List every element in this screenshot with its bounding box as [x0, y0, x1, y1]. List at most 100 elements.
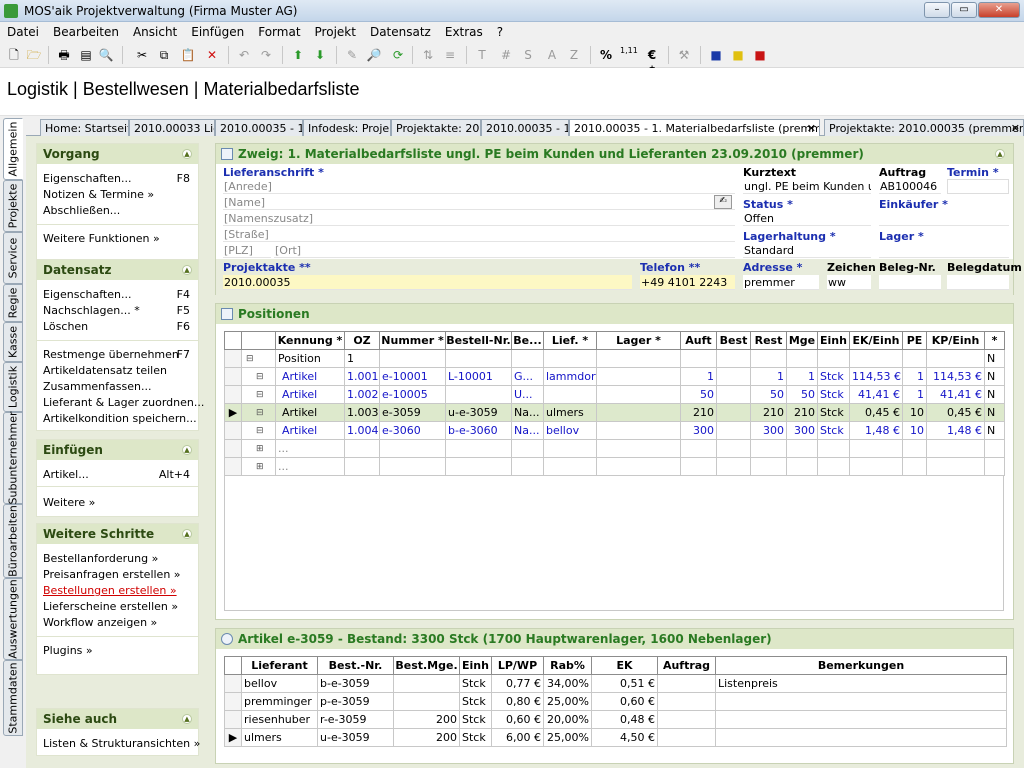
- tab-projektakte-2[interactable]: Projektakte: 2010.00035 (premmer) ✕: [824, 119, 1024, 136]
- table-row[interactable]: ⊟ Artikel 1.002 e-10005 U... 50 50 50 Stck 41,41 …: [224, 385, 1005, 404]
- anrede-field[interactable]: [Anrede]: [223, 179, 735, 194]
- cell-auft[interactable]: 1: [680, 367, 717, 386]
- cell-bestell[interactable]: L-10001: [445, 367, 512, 386]
- action-lieferant-zuordnen[interactable]: Lieferant & Lager zuordnen...: [43, 396, 204, 409]
- cell-bestell[interactable]: u-e-3059: [445, 403, 512, 422]
- empty-cell[interactable]: [817, 439, 850, 458]
- empty-cell[interactable]: [511, 457, 544, 476]
- menu-datensatz[interactable]: Datensatz: [363, 22, 438, 39]
- cell-oz[interactable]: 1.004: [344, 421, 380, 440]
- cell-einh[interactable]: Stck: [817, 367, 850, 386]
- column-header[interactable]: Lieferant: [241, 656, 318, 675]
- empty-cell[interactable]: [716, 439, 751, 458]
- hash-icon[interactable]: #: [498, 47, 514, 63]
- table-row[interactable]: ▶ ⊟ Artikel 1.003 e-3059 u-e-3059 Na... ulmers 2…: [224, 403, 1005, 422]
- cell-bemerkungen[interactable]: [715, 710, 1007, 729]
- belegdatum-field[interactable]: [947, 275, 1009, 290]
- action-weitere[interactable]: Weitere »: [43, 496, 95, 509]
- maximize-button[interactable]: ▭: [951, 2, 977, 18]
- cell-nummer[interactable]: e-10001: [379, 367, 446, 386]
- row-indicator[interactable]: [224, 692, 242, 711]
- cell-bemerkungen[interactable]: [715, 692, 1007, 711]
- tree-node-icon[interactable]: ⊟: [241, 385, 276, 404]
- cell-kp[interactable]: 114,53 €: [926, 367, 985, 386]
- cell-einh[interactable]: Stck: [459, 728, 492, 747]
- table-row[interactable]: premminger p-e-3059 Stck 0,80 €25,00% 0,60 €: [224, 692, 1007, 711]
- empty-cell[interactable]: [596, 457, 681, 476]
- cell-nummer[interactable]: e-3059: [379, 403, 446, 422]
- menu-bearbeiten[interactable]: Bearbeiten: [46, 22, 126, 39]
- collapse-icon[interactable]: ▲: [182, 714, 192, 724]
- empty-cell[interactable]: [786, 439, 818, 458]
- a-icon[interactable]: A: [544, 47, 560, 63]
- cell-lager[interactable]: [596, 421, 681, 440]
- action-teilen[interactable]: Artikeldatensatz teilen: [43, 364, 167, 377]
- cell-pe[interactable]: [902, 349, 927, 368]
- column-header[interactable]: Lager *: [596, 331, 681, 350]
- menu-ansicht[interactable]: Ansicht: [126, 22, 184, 39]
- column-header[interactable]: EK/Einh: [849, 331, 903, 350]
- edit-icon[interactable]: ✎: [344, 47, 360, 63]
- cell-auftrag[interactable]: [657, 728, 716, 747]
- cell-pe[interactable]: 10: [902, 421, 927, 440]
- cell-be[interactable]: Na...: [511, 421, 544, 440]
- kurztext-field[interactable]: ungl. PE beim Kunden und: [743, 179, 871, 194]
- cell-auftrag[interactable]: [657, 692, 716, 711]
- empty-cell[interactable]: [680, 439, 717, 458]
- collapse-icon[interactable]: ▲: [995, 149, 1005, 159]
- cell-lief[interactable]: lammdorf: [543, 367, 597, 386]
- cell-lieferant[interactable]: riesenhuber: [241, 710, 318, 729]
- cell-rab[interactable]: 20,00%: [543, 710, 592, 729]
- cell-oz[interactable]: 1.002: [344, 385, 380, 404]
- cell-lpwp[interactable]: 6,00 €: [491, 728, 544, 747]
- cell-bemerkungen[interactable]: [715, 728, 1007, 747]
- table-row[interactable]: bellov b-e-3059 Stck 0,77 €34,00% 0,51 € List…: [224, 674, 1007, 693]
- action-abschliessen[interactable]: Abschließen...: [43, 204, 120, 217]
- action-lieferscheine[interactable]: Lieferscheine erstellen »: [43, 600, 178, 613]
- column-header[interactable]: Bemerkungen: [715, 656, 1007, 675]
- cell-kp[interactable]: [926, 349, 985, 368]
- empty-cell[interactable]: [984, 457, 1005, 476]
- placeholder-cell[interactable]: ...: [275, 439, 345, 458]
- cell-pe[interactable]: 1: [902, 385, 927, 404]
- column-header[interactable]: Rest: [750, 331, 787, 350]
- status-field[interactable]: Offen: [743, 211, 871, 226]
- search-icon[interactable]: 🔍: [98, 47, 114, 63]
- action-ds-eigenschaften[interactable]: Eigenschaften...: [43, 288, 131, 301]
- blue-user-icon[interactable]: ■: [708, 47, 724, 63]
- cell-einh[interactable]: [817, 349, 850, 368]
- tree-node-icon[interactable]: ⊞: [241, 439, 276, 458]
- cell-bestell[interactable]: b-e-3060: [445, 421, 512, 440]
- cell-star[interactable]: N: [984, 349, 1005, 368]
- column-header[interactable]: Mge: [786, 331, 818, 350]
- empty-cell[interactable]: [543, 439, 597, 458]
- cell-kennung[interactable]: Artikel: [275, 403, 345, 422]
- cell-lief[interactable]: [543, 349, 597, 368]
- column-header[interactable]: Kennung *: [275, 331, 345, 350]
- belegnr-field[interactable]: [879, 275, 941, 290]
- column-header[interactable]: Einh: [459, 656, 492, 675]
- cell-bestmge[interactable]: 200: [393, 728, 460, 747]
- vtab-auswertungen[interactable]: Auswertungen: [3, 578, 23, 660]
- empty-cell[interactable]: [849, 439, 903, 458]
- empty-cell[interactable]: [511, 439, 544, 458]
- cell-kp[interactable]: 41,41 €: [926, 385, 985, 404]
- vtab-kasse[interactable]: Kasse: [3, 322, 23, 362]
- cell-lpwp[interactable]: 0,77 €: [491, 674, 544, 693]
- decimal-icon[interactable]: 1,11: [620, 47, 638, 63]
- row-indicator[interactable]: [224, 349, 242, 368]
- cell-best[interactable]: [716, 403, 751, 422]
- empty-cell[interactable]: [596, 439, 681, 458]
- cell-auft[interactable]: 50: [680, 385, 717, 404]
- cell-mge[interactable]: 210: [786, 403, 818, 422]
- column-header[interactable]: Bestell-Nr.: [445, 331, 512, 350]
- paste-icon[interactable]: 📋: [180, 47, 196, 63]
- cell-mge[interactable]: [786, 349, 818, 368]
- cell-bestmge[interactable]: [393, 674, 460, 693]
- cell-ek[interactable]: 0,51 €: [591, 674, 658, 693]
- namenszusatz-field[interactable]: [Namenszusatz]: [223, 211, 735, 226]
- action-notizen[interactable]: Notizen & Termine »: [43, 188, 154, 201]
- cell-lager[interactable]: [596, 385, 681, 404]
- table-row[interactable]: ⊟ Artikel 1.001 e-10001 L-10001 G... lammdorf 1…: [224, 367, 1005, 386]
- refresh-icon[interactable]: ⟳: [390, 47, 406, 63]
